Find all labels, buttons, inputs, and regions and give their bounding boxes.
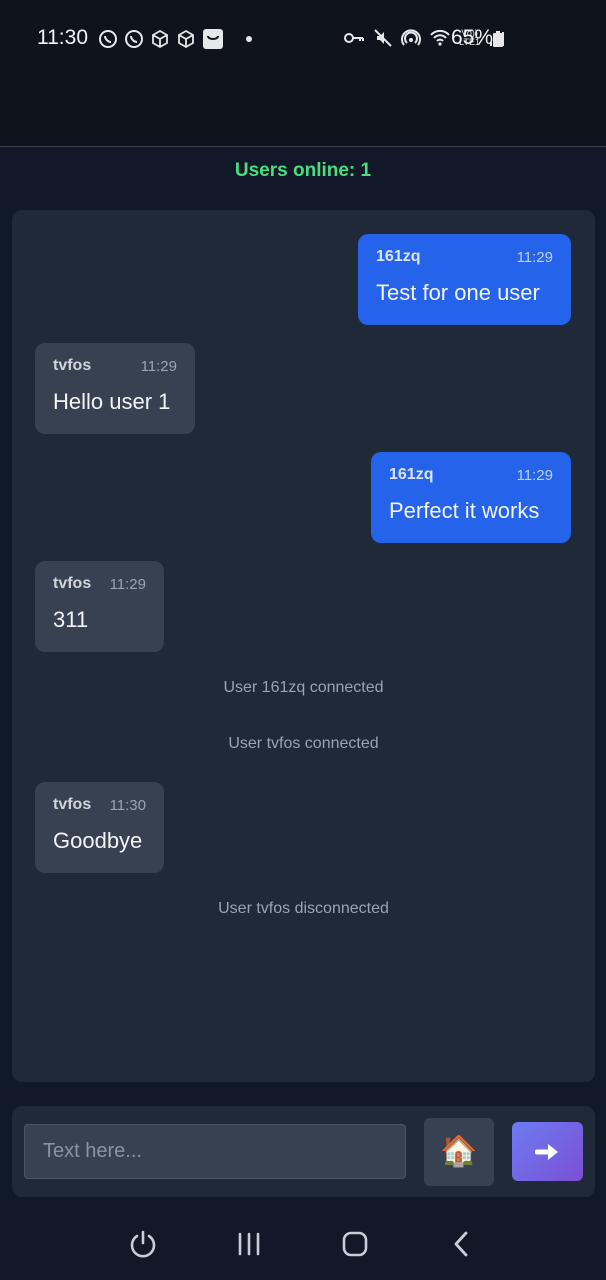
- status-bar: 11:30 Vo)) LTE1 65%: [0, 0, 606, 147]
- system-message: User tvfos connected: [228, 735, 379, 752]
- message-username: tvfos: [53, 796, 92, 813]
- chat-messages-panel[interactable]: 161zq 11:29 Test for one user tvfos 11:29 …: [12, 210, 595, 1082]
- message-time: 11:29: [109, 575, 146, 593]
- wifi-icon: [430, 29, 450, 46]
- dot-icon: [246, 36, 252, 42]
- whatsapp-icon: [125, 30, 143, 48]
- battery-icon: [493, 31, 503, 47]
- message-bubble-other: tvfos 11:30 Goodbye: [35, 782, 164, 873]
- box-icon: [178, 29, 194, 49]
- message-time: 11:30: [109, 796, 146, 814]
- hotspot-icon: [401, 29, 422, 46]
- message-bubble-other: tvfos 11:29 Hello user 1: [35, 343, 195, 434]
- message-input[interactable]: [24, 1124, 406, 1179]
- back-button[interactable]: [443, 1226, 479, 1262]
- message-username: 161zq: [389, 466, 434, 483]
- recents-icon: [238, 1232, 260, 1256]
- message-time: 11:29: [516, 248, 553, 266]
- arrow-right-icon: [534, 1143, 558, 1160]
- key-icon: [344, 33, 365, 43]
- message-text: Goodbye: [53, 828, 143, 853]
- message-username: 161zq: [376, 248, 421, 265]
- battery-percent: 65%: [451, 26, 494, 49]
- shopping-bag-icon: [203, 29, 223, 49]
- notification-icons: [98, 28, 252, 50]
- mute-icon: [374, 29, 392, 47]
- back-icon: [454, 1231, 468, 1257]
- message-text: Test for one user: [376, 280, 540, 305]
- message-composer: 🏠: [12, 1106, 595, 1197]
- message-text: 311: [53, 607, 89, 632]
- home-icon: [342, 1231, 368, 1257]
- message-bubble-other: tvfos 11:29 311: [35, 561, 164, 652]
- android-nav-bar: [0, 1204, 606, 1280]
- message-text: Hello user 1: [53, 389, 171, 414]
- whatsapp-icon: [99, 30, 117, 48]
- power-icon: [130, 1230, 156, 1258]
- message-username: tvfos: [53, 575, 92, 592]
- message-bubble-self: 161zq 11:29 Test for one user: [358, 234, 571, 325]
- status-time: 11:30: [37, 26, 88, 49]
- home-nav-button[interactable]: [337, 1226, 373, 1262]
- send-button[interactable]: [512, 1122, 583, 1181]
- message-time: 11:29: [516, 466, 553, 484]
- message-username: tvfos: [53, 357, 92, 374]
- box-icon: [152, 29, 168, 49]
- house-icon: 🏠: [440, 1135, 478, 1168]
- message-text: Perfect it works: [389, 498, 540, 523]
- system-message: User tvfos disconnected: [218, 900, 389, 917]
- recents-button[interactable]: [231, 1226, 267, 1262]
- users-online-label: Users online: 1: [234, 160, 372, 181]
- message-time: 11:29: [140, 357, 177, 375]
- home-button[interactable]: 🏠: [424, 1118, 494, 1186]
- message-bubble-self: 161zq 11:29 Perfect it works: [371, 452, 571, 543]
- power-button[interactable]: [125, 1226, 161, 1262]
- system-message: User 161zq connected: [223, 679, 384, 696]
